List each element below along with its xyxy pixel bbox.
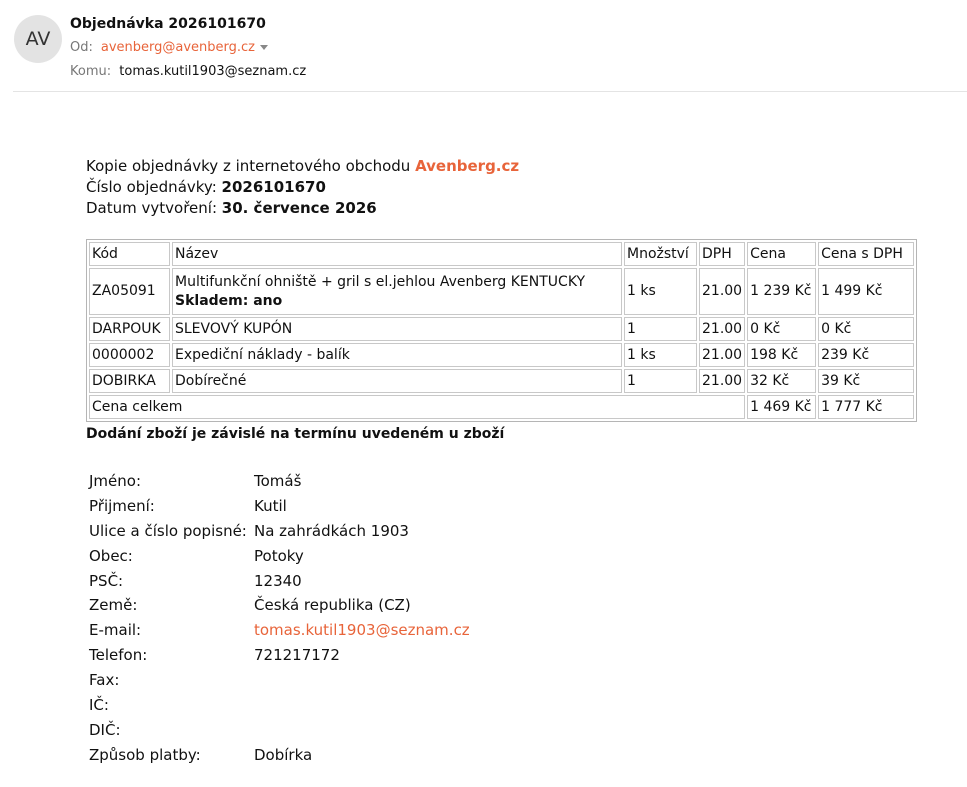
field-label: Telefon: xyxy=(89,646,148,665)
item-price-vat: 1 499 Kč xyxy=(818,268,915,315)
field-value: Česká republika (CZ) xyxy=(254,596,411,615)
table-total-row: Cena celkem 1 469 Kč 1 777 Kč xyxy=(89,395,915,419)
total-price: 1 469 Kč xyxy=(747,395,817,419)
item-vat: 21.00 xyxy=(699,268,746,315)
item-name: Multifunkční ohniště + gril s el.jehlou … xyxy=(175,273,586,290)
chevron-down-icon[interactable] xyxy=(260,45,269,50)
field-value: Na zahrádkách 1903 xyxy=(254,521,409,540)
customer-row-street: Ulice a číslo popisné: Na zahrádkách 1903 xyxy=(89,519,470,544)
item-quantity: 1 ks xyxy=(624,343,697,367)
table-row: 0000002 Expediční náklady - balík 1 ks 2… xyxy=(89,343,915,367)
column-header-quantity: Množství xyxy=(624,242,697,266)
item-code: DARPOUK xyxy=(89,317,170,341)
field-label: IČ: xyxy=(89,696,109,715)
item-price: 1 239 Kč xyxy=(747,268,817,315)
customer-email-link[interactable]: tomas.kutil1903@seznam.cz xyxy=(254,618,470,643)
order-items-table: Kód Název Množství DPH Cena Cena s DPH Z… xyxy=(86,239,918,422)
column-header-code: Kód xyxy=(89,242,170,266)
field-value: Dobírka xyxy=(254,745,313,764)
customer-row-city: Obec: Potoky xyxy=(89,544,470,569)
from-row: Od: avenberg@avenberg.cz xyxy=(70,40,269,55)
field-label: DIČ: xyxy=(89,720,121,739)
created-date: 30. července 2026 xyxy=(221,199,377,217)
total-label: Cena celkem xyxy=(89,395,746,419)
item-code: ZA05091 xyxy=(89,268,170,315)
item-quantity: 1 xyxy=(624,369,697,393)
column-header-price: Cena xyxy=(747,242,817,266)
customer-row-payment: Způsob platby: Dobírka xyxy=(89,743,470,768)
item-price: 198 Kč xyxy=(747,343,817,367)
field-label: E-mail: xyxy=(89,621,142,640)
sender-email-link[interactable]: avenberg@avenberg.cz xyxy=(101,40,255,55)
item-vat: 21.00 xyxy=(699,343,746,367)
recipient-email: tomas.kutil1903@seznam.cz xyxy=(119,64,307,79)
item-price: 32 Kč xyxy=(747,369,817,393)
created-label: Datum vytvoření: xyxy=(86,199,222,217)
table-row: DOBIRKA Dobírečné 1 21.00 32 Kč 39 Kč xyxy=(89,369,915,393)
order-intro: Kopie objednávky z internetového obchodu… xyxy=(86,156,519,219)
intro-shop-text: Kopie objednávky z internetového obchodu xyxy=(86,157,416,175)
field-value: Potoky xyxy=(254,546,304,565)
intro-line-created: Datum vytvoření: 30. července 2026 xyxy=(86,198,519,219)
field-value: 12340 xyxy=(254,571,302,590)
item-price: 0 Kč xyxy=(747,317,817,341)
total-price-vat: 1 777 Kč xyxy=(818,395,915,419)
customer-row-fax: Fax: xyxy=(89,668,470,693)
item-price-vat: 39 Kč xyxy=(818,369,915,393)
customer-row-email: E-mail: tomas.kutil1903@seznam.cz xyxy=(89,618,470,643)
item-name: Expediční náklady - balík xyxy=(172,343,622,367)
field-label: PSČ: xyxy=(89,571,124,590)
item-price-vat: 0 Kč xyxy=(818,317,915,341)
field-label: Obec: xyxy=(89,546,133,565)
field-label: Jméno: xyxy=(89,472,142,490)
intro-line-shop: Kopie objednávky z internetového obchodu… xyxy=(86,156,519,177)
field-value: 721217172 xyxy=(254,646,340,665)
column-header-price-vat: Cena s DPH xyxy=(818,242,915,266)
customer-row-country: Země: Česká republika (CZ) xyxy=(89,593,470,618)
customer-row-company-id: IČ: xyxy=(89,693,470,718)
item-name: SLEVOVÝ KUPÓN xyxy=(172,317,622,341)
customer-row-first-name: Jméno: Tomáš xyxy=(89,469,470,494)
to-row: Komu: tomas.kutil1903@seznam.cz xyxy=(70,64,306,79)
customer-row-last-name: Přijmení: Kutil xyxy=(89,494,470,519)
item-name-cell: Multifunkční ohniště + gril s el.jehlou … xyxy=(172,268,622,315)
from-label: Od: xyxy=(70,40,93,55)
customer-row-vat-id: DIČ: xyxy=(89,718,470,743)
order-number-label: Číslo objednávky: xyxy=(86,178,222,196)
shop-name[interactable]: Avenberg.cz xyxy=(415,157,519,175)
field-label: Způsob platby: xyxy=(89,745,201,764)
item-code: DOBIRKA xyxy=(89,369,170,393)
delivery-note: Dodání zboží je závislé na termínu uvede… xyxy=(86,426,505,442)
header-divider xyxy=(13,91,967,92)
item-vat: 21.00 xyxy=(699,317,746,341)
column-header-name: Název xyxy=(172,242,622,266)
customer-row-zip: PSČ: 12340 xyxy=(89,569,470,594)
item-price-vat: 239 Kč xyxy=(818,343,915,367)
table-header-row: Kód Název Množství DPH Cena Cena s DPH xyxy=(89,242,915,266)
sender-avatar[interactable]: AV xyxy=(14,15,62,63)
email-subject: Objednávka 2026101670 xyxy=(70,16,266,32)
order-number: 2026101670 xyxy=(221,178,326,196)
intro-line-order-number: Číslo objednávky: 2026101670 xyxy=(86,177,519,198)
table-row: ZA05091 Multifunkční ohniště + gril s el… xyxy=(89,268,915,315)
to-label: Komu: xyxy=(70,64,112,79)
customer-details: Jméno: Tomáš Přijmení: Kutil Ulice a číslo… xyxy=(89,469,470,768)
field-label: Fax: xyxy=(89,671,120,690)
item-quantity: 1 xyxy=(624,317,697,341)
customer-row-phone: Telefon: 721217172 xyxy=(89,643,470,668)
item-vat: 21.00 xyxy=(699,369,746,393)
email-header: AV Objednávka 2026101670 Od: avenberg@av… xyxy=(0,0,967,92)
item-code: 0000002 xyxy=(89,343,170,367)
field-value: Tomáš xyxy=(254,472,302,490)
table-row: DARPOUK SLEVOVÝ KUPÓN 1 21.00 0 Kč 0 Kč xyxy=(89,317,915,341)
field-value: Kutil xyxy=(254,496,287,515)
item-name: Dobírečné xyxy=(172,369,622,393)
field-label: Země: xyxy=(89,596,138,615)
item-quantity: 1 ks xyxy=(624,268,697,315)
field-label: Ulice a číslo popisné: xyxy=(89,521,247,540)
field-label: Přijmení: xyxy=(89,496,155,515)
column-header-vat: DPH xyxy=(699,242,746,266)
item-stock-status: Skladem: ano xyxy=(175,292,283,309)
